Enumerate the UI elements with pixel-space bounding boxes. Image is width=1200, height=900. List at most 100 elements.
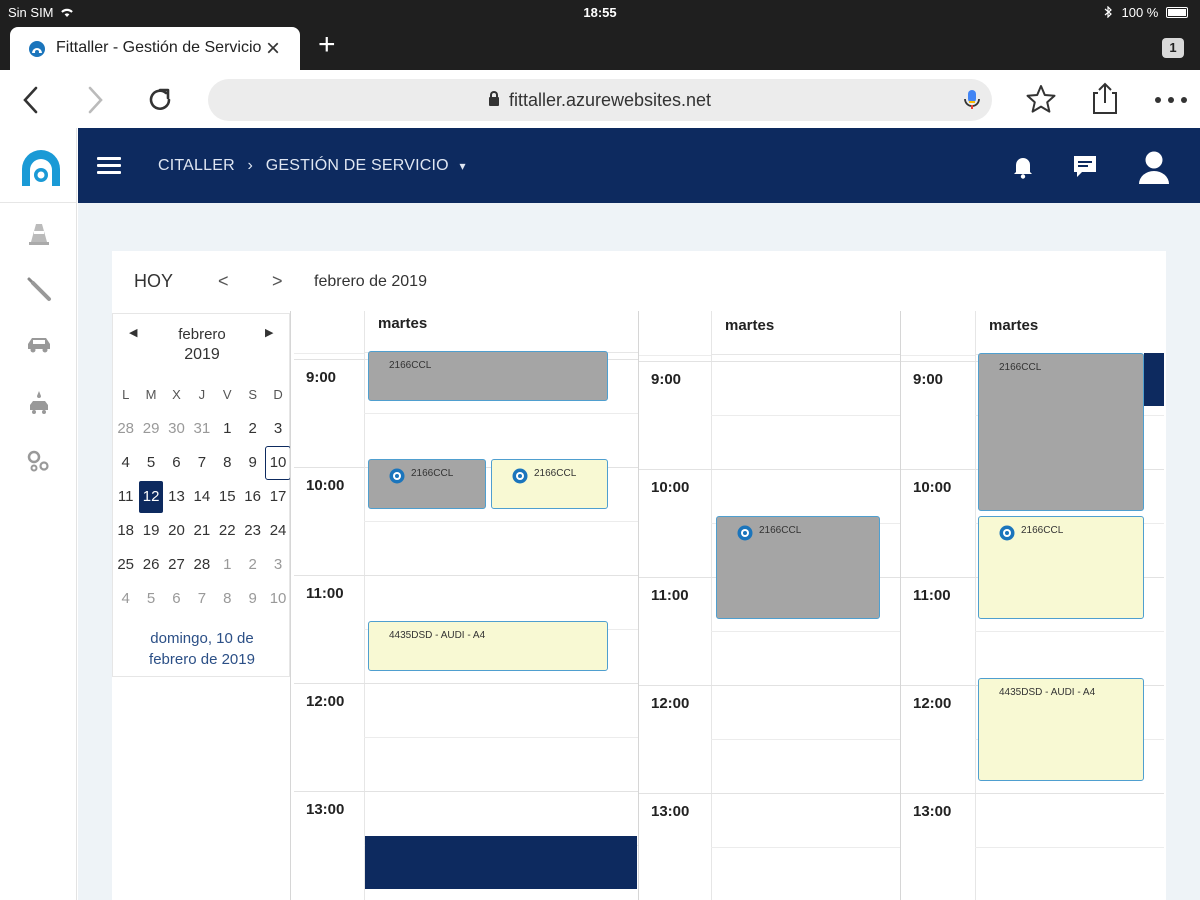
clock: 18:55 [583,5,617,20]
appointment-event[interactable]: 2166CCL [491,459,608,509]
appointment-event[interactable]: 2166CCL [368,351,608,401]
back-icon[interactable] [22,86,40,114]
browser-tab[interactable]: Fittaller - Gestión de Servicio × [10,27,300,70]
mini-day[interactable]: 7 [189,582,214,616]
time-label: 13:00 [651,803,690,820]
mini-day[interactable]: 5 [138,582,163,616]
mini-day[interactable]: 22 [215,514,240,548]
forward-icon[interactable] [86,86,104,114]
mini-day[interactable]: 25 [113,548,138,582]
mini-day[interactable]: 19 [138,514,163,548]
mini-day[interactable]: 5 [138,446,163,480]
appointment-label: 4435DSD - AUDI - A4 [389,630,486,641]
mini-week-row: 11 12 13 14 15 16 17 [113,480,291,514]
mini-day[interactable]: 1 [215,548,240,582]
mini-day[interactable]: 2 [240,548,265,582]
mini-day[interactable]: 26 [138,548,163,582]
reload-icon[interactable] [146,86,174,114]
appointment-event[interactable]: 4435DSD - AUDI - A4 [978,678,1144,781]
half-hour-line [364,521,638,522]
lock-icon [488,91,499,106]
mini-day[interactable]: 21 [189,514,214,548]
battery-percent: 100 % [1121,5,1159,20]
star-icon[interactable] [1025,83,1057,115]
mic-icon[interactable] [960,88,984,112]
user-avatar-icon[interactable] [1136,147,1172,185]
time-label: 13:00 [913,803,952,820]
mini-day[interactable]: 17 [265,480,290,514]
mini-day[interactable]: 9 [240,582,265,616]
time-column-divider [975,311,976,900]
mini-day[interactable]: 8 [215,582,240,616]
favicon-icon [29,41,45,57]
menu-icon[interactable] [97,157,121,175]
chevron-down-icon[interactable]: ▾ [460,159,466,173]
close-icon[interactable]: × [266,35,280,63]
appointment-event[interactable]: 2166CCL [368,459,486,509]
mini-day[interactable]: 10 [265,582,290,616]
day-header: martes [975,313,1164,355]
new-tab-icon[interactable]: + [318,30,336,60]
mini-day[interactable]: 30 [164,412,189,446]
breadcrumb-gestion-servicio[interactable]: GESTIÓN DE SERVICIO [266,157,449,174]
calendar-card: HOY < > febrero de 2019 ◀ febrero ▶ 2019… [112,251,1166,900]
mini-day[interactable]: 28 [189,548,214,582]
appointment-event[interactable]: 4435DSD - AUDI - A4 [368,621,608,671]
appointment-event[interactable]: 2166CCL [978,353,1144,511]
app-logo-icon[interactable] [20,148,62,190]
mini-day[interactable]: 29 [138,412,163,446]
mini-day[interactable]: 16 [240,480,265,514]
breadcrumb-citaller[interactable]: CITALLER [158,157,235,174]
half-hour-line [711,847,900,848]
next-period-button[interactable]: > [272,271,283,292]
prev-period-button[interactable]: < [218,271,229,292]
mini-day[interactable]: 6 [164,446,189,480]
mini-day[interactable]: 3 [265,548,290,582]
mini-day[interactable]: 24 [265,514,290,548]
mini-day[interactable]: 27 [164,548,189,582]
mini-day-today[interactable]: 10 [265,446,292,480]
mini-day[interactable]: 6 [164,582,189,616]
mini-day-selected[interactable]: 12 [138,480,164,514]
mini-day[interactable]: 4 [113,446,138,480]
time-slot-selection[interactable] [1144,353,1164,406]
more-icon[interactable] [1154,96,1188,104]
mini-day[interactable]: 2 [240,412,265,446]
car-icon[interactable] [24,330,54,360]
half-hour-line [711,415,900,416]
mini-day[interactable]: 18 [113,514,138,548]
address-bar[interactable]: fittaller.azurewebsites.net [208,79,992,121]
mini-day[interactable]: 23 [240,514,265,548]
selected-date-line2: febrero de 2019 [149,651,255,668]
mini-day[interactable]: 7 [189,446,214,480]
traffic-cone-icon[interactable] [24,218,54,248]
share-icon[interactable] [1090,81,1120,115]
appointment-event[interactable]: 2166CCL [978,516,1144,619]
mini-day[interactable]: 4 [113,582,138,616]
mini-day[interactable]: 20 [164,514,189,548]
mini-day[interactable]: 3 [265,412,290,446]
chat-icon[interactable] [1069,150,1101,182]
bell-icon[interactable] [1007,150,1039,182]
mini-day[interactable]: 31 [189,412,214,446]
url-display[interactable]: fittaller.azurewebsites.net [208,90,992,111]
mini-day[interactable]: 9 [240,446,265,480]
appointment-type-icon [389,468,405,484]
mini-day[interactable]: 15 [215,480,240,514]
today-button[interactable]: HOY [134,271,173,292]
screwdriver-icon[interactable] [24,274,54,304]
mini-day[interactable]: 28 [113,412,138,446]
mini-day[interactable]: 14 [189,480,214,514]
mini-day[interactable]: 13 [164,480,189,514]
mini-day[interactable]: 11 [113,480,138,514]
appointment-event[interactable]: 2166CCL [716,516,880,619]
mini-day[interactable]: 8 [215,446,240,480]
gears-icon[interactable] [24,446,54,476]
time-slot-selection[interactable] [365,836,637,889]
weekday-label: L [122,387,130,402]
mini-next-month-icon[interactable]: ▶ [265,326,273,339]
tab-count-badge[interactable]: 1 [1162,38,1184,58]
car-wash-icon[interactable] [24,388,54,418]
hour-line [639,793,900,794]
mini-day[interactable]: 1 [215,412,240,446]
